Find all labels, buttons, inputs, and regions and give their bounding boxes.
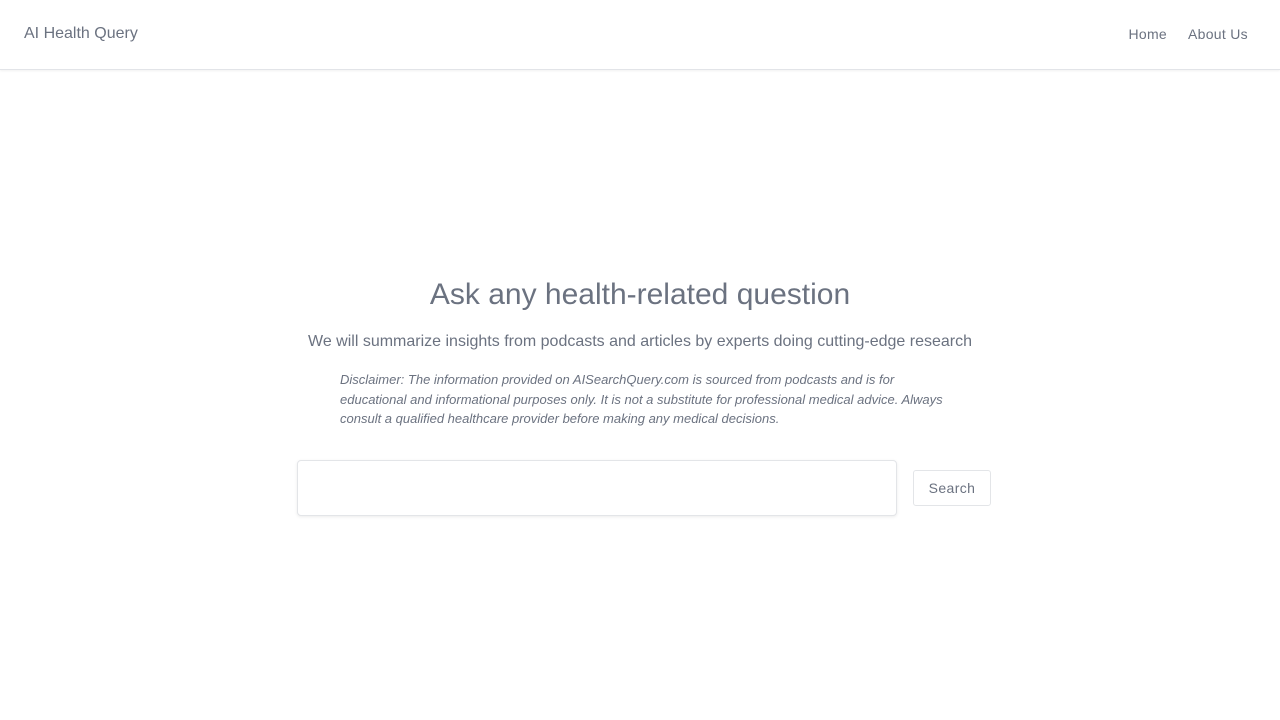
page-subtitle: We will summarize insights from podcasts… [308,333,972,350]
nav-about-us-link[interactable]: About Us [1188,26,1248,42]
nav-home-link[interactable]: Home [1128,26,1167,42]
page-title: Ask any health-related question [429,278,851,311]
search-input[interactable] [297,460,897,516]
brand-logo-link[interactable]: AI Health Query [24,24,138,44]
search-button[interactable]: Search [913,470,991,506]
nav-links: Home About Us [1128,26,1248,42]
top-navbar: AI Health Query Home About Us [0,0,1280,70]
disclaimer-text: Disclaimer: The information provided on … [340,372,943,426]
